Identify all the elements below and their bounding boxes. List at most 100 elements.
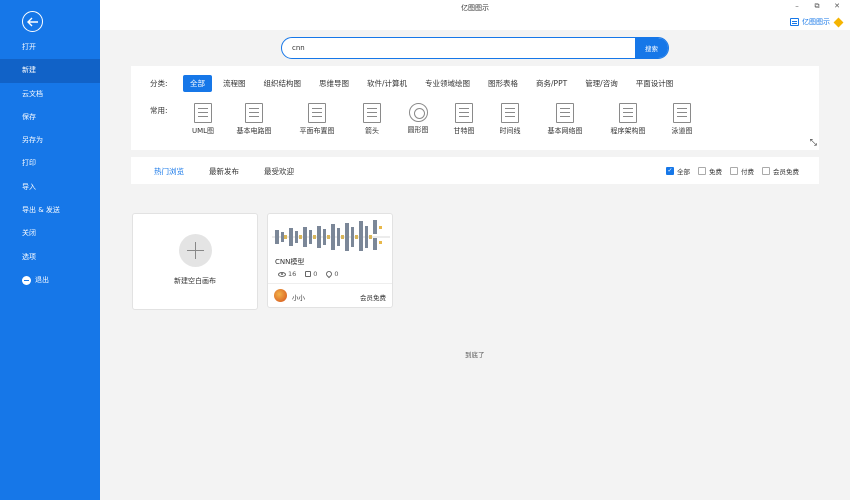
- sidebar-item-label: 关闭: [22, 229, 36, 238]
- sidebar-item-label: 保存: [22, 112, 36, 121]
- template-title: CNN模型: [275, 258, 305, 266]
- tabs-bar: 热门浏览 最新发布 最受欢迎 全部 免费 付费 会员免费: [131, 157, 819, 184]
- minimize-icon[interactable]: –: [792, 2, 802, 11]
- sidebar-item-print[interactable]: 打印: [0, 152, 100, 175]
- tab-popular[interactable]: 最受欢迎: [264, 166, 294, 177]
- arrow-left-icon: [26, 17, 38, 26]
- favorites-stat[interactable]: 0: [325, 269, 339, 279]
- checkbox-member-free[interactable]: [762, 167, 770, 175]
- template-card[interactable]: CNN模型 16 0 0 小小 会员免费: [267, 213, 393, 308]
- account-label[interactable]: 亿图图示: [802, 17, 830, 27]
- sidebar-item-import[interactable]: 导入: [0, 176, 100, 199]
- category-business-ppt[interactable]: 商务/PPT: [529, 75, 574, 92]
- common-item-gantt[interactable]: 甘特图: [441, 103, 487, 136]
- sidebar-item-save-as[interactable]: 另存为: [0, 129, 100, 152]
- category-label: 分类:: [150, 79, 168, 88]
- sidebar-item-label: 打印: [22, 159, 36, 168]
- tab-hot[interactable]: 热门浏览: [154, 166, 184, 177]
- category-management[interactable]: 管理/咨询: [578, 75, 625, 92]
- sidebar-item-open[interactable]: 打开: [0, 36, 100, 59]
- search-bar: 搜索: [281, 37, 669, 59]
- expand-icon[interactable]: ⤡: [810, 138, 817, 148]
- restore-icon[interactable]: ⧉: [812, 2, 822, 11]
- account-link[interactable]: 亿图图示: [790, 17, 844, 27]
- price-badge: 会员免费: [360, 294, 386, 302]
- filter-paid[interactable]: 付费: [730, 166, 754, 176]
- common-item-arrow[interactable]: 箭头: [349, 103, 395, 136]
- timeline-icon: [501, 103, 519, 123]
- common-item-swimlane[interactable]: 泳道图: [659, 103, 705, 136]
- sidebar-item-label: 新建: [22, 66, 36, 75]
- eye-icon: [278, 271, 286, 277]
- exit-icon: [22, 276, 31, 286]
- close-icon[interactable]: ✕: [832, 2, 842, 11]
- filter-member-free[interactable]: 会员免费: [762, 166, 799, 176]
- sidebar-item-label: 云文档: [22, 89, 43, 98]
- network-icon: [556, 103, 574, 123]
- sidebar-item-save[interactable]: 保存: [0, 106, 100, 129]
- circuit-icon: [245, 103, 263, 123]
- sidebar-item-label: 打开: [22, 43, 36, 51]
- sidebar-item-new[interactable]: 新建: [0, 59, 100, 83]
- category-graphic-table[interactable]: 图形表格: [481, 75, 525, 92]
- sidebar-item-exit[interactable]: 退出: [0, 269, 100, 292]
- window-controls: – ⧉ ✕: [792, 2, 842, 11]
- new-blank-canvas-card[interactable]: 新建空白画布: [132, 213, 258, 310]
- template-stats: 16 0 0: [278, 269, 339, 279]
- divider: [268, 283, 392, 284]
- sidebar-menu: 打开 新建 云文档 保存 另存为 打印 导入 导出 & 发送 关闭 选项 退出: [0, 36, 100, 292]
- template-thumbnail: [272, 220, 390, 251]
- common-item-circle[interactable]: 圆形图: [395, 103, 441, 136]
- uml-icon: [194, 103, 212, 123]
- category-list: 全部 流程图 组织结构图 思维导图 软件/计算机 专业领域绘图 图形表格 商务/…: [183, 75, 684, 92]
- floor-plan-icon: [308, 103, 326, 123]
- heart-icon: [325, 269, 334, 279]
- filter-all[interactable]: 全部: [666, 166, 690, 176]
- sidebar-item-label: 另存为: [22, 136, 43, 145]
- category-graphic-design[interactable]: 平面设计图: [629, 75, 681, 92]
- filter-group: 全部 免费 付费 会员免费: [666, 166, 799, 176]
- message-icon[interactable]: [790, 18, 799, 26]
- common-item-architecture[interactable]: 程序架构图: [597, 103, 659, 136]
- checkbox-free[interactable]: [698, 167, 706, 175]
- category-professional[interactable]: 专业领域绘图: [418, 75, 477, 92]
- category-software[interactable]: 软件/计算机: [360, 75, 414, 92]
- category-mind-map[interactable]: 思维导图: [312, 75, 356, 92]
- common-item-floor-plan[interactable]: 平面布置图: [285, 103, 349, 136]
- tab-latest[interactable]: 最新发布: [209, 166, 239, 177]
- end-of-list-text: 到底了: [465, 351, 485, 359]
- sidebar: 打开 新建 云文档 保存 另存为 打印 导入 导出 & 发送 关闭 选项 退出: [0, 0, 100, 500]
- checkbox-paid[interactable]: [730, 167, 738, 175]
- sidebar-item-label: 导入: [22, 182, 36, 191]
- thumbs-up-icon: [305, 271, 312, 277]
- app-title: 亿图图示: [461, 4, 489, 12]
- common-label: 常用:: [150, 106, 168, 115]
- common-item-circuit[interactable]: 基本电路图: [223, 103, 285, 136]
- likes-stat[interactable]: 0: [305, 270, 317, 278]
- plus-icon: [179, 234, 212, 267]
- new-blank-canvas-label: 新建空白画布: [174, 277, 216, 285]
- common-item-network[interactable]: 基本网络图: [533, 103, 597, 136]
- sidebar-item-export-send[interactable]: 导出 & 发送: [0, 199, 100, 222]
- category-all[interactable]: 全部: [183, 75, 212, 92]
- sidebar-item-label: 退出: [35, 275, 49, 284]
- search-input[interactable]: [282, 38, 635, 58]
- category-flowchart[interactable]: 流程图: [216, 75, 253, 92]
- checkbox-all[interactable]: [666, 167, 674, 175]
- search-button[interactable]: 搜索: [635, 38, 668, 58]
- filter-free[interactable]: 免费: [698, 166, 722, 176]
- views-stat: 16: [278, 270, 296, 278]
- common-item-uml[interactable]: UML图: [183, 103, 223, 136]
- sidebar-item-label: 选项: [22, 252, 36, 261]
- common-item-timeline[interactable]: 时间线: [487, 103, 533, 136]
- title-bar: 亿图图示 – ⧉ ✕ 亿图图示: [100, 0, 850, 30]
- vip-diamond-icon: [833, 17, 844, 27]
- category-org-chart[interactable]: 组织结构图: [257, 75, 309, 92]
- sidebar-item-cloud-docs[interactable]: 云文档: [0, 83, 100, 106]
- gantt-icon: [455, 103, 473, 123]
- sidebar-item-close[interactable]: 关闭: [0, 222, 100, 245]
- architecture-icon: [619, 103, 637, 123]
- back-arrow-icon[interactable]: [22, 11, 43, 32]
- sidebar-item-options[interactable]: 选项: [0, 246, 100, 269]
- author-name: 小小: [292, 294, 305, 302]
